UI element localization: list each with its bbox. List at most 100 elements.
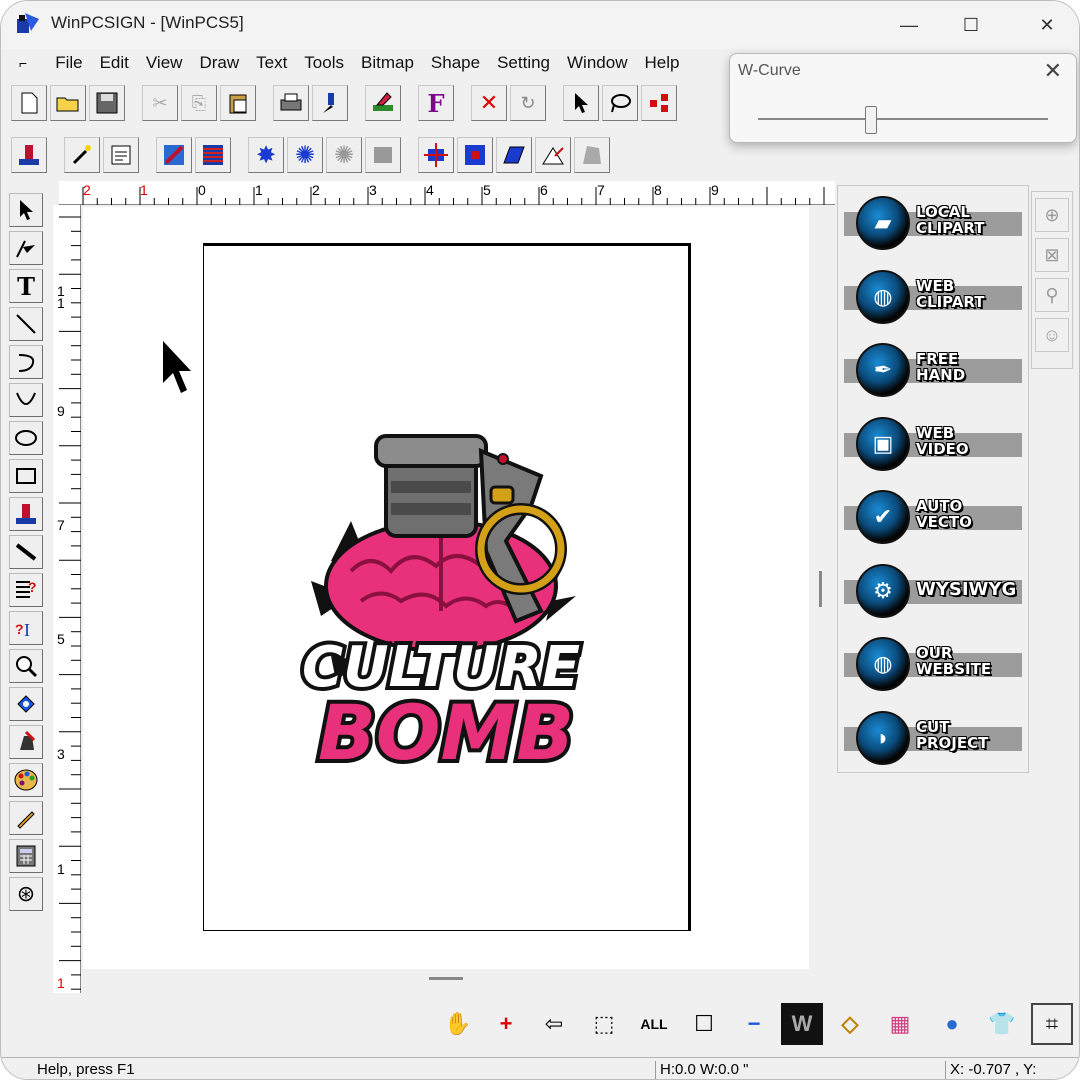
text-frame-icon[interactable]: ? bbox=[9, 573, 43, 607]
menu-draw[interactable]: Draw bbox=[199, 53, 239, 73]
split-icon[interactable] bbox=[457, 137, 493, 173]
zoom-all-icon[interactable]: ALL bbox=[633, 1003, 675, 1045]
zoom-selection-icon[interactable]: ⬚ bbox=[583, 1003, 625, 1045]
panel-button-web-clipart[interactable]: ◍ WEB CLIPART bbox=[844, 268, 1022, 326]
zoom-back-icon[interactable]: ⇦ bbox=[533, 1003, 575, 1045]
shape-icon[interactable] bbox=[574, 137, 610, 173]
ruler-label: 3 bbox=[57, 746, 65, 762]
menu-tools[interactable]: Tools bbox=[304, 53, 344, 73]
crop-icon[interactable]: ⌗ bbox=[1031, 1003, 1073, 1045]
splitter-handle[interactable] bbox=[819, 571, 822, 607]
block-icon[interactable] bbox=[365, 137, 401, 173]
ellipse-icon[interactable] bbox=[9, 421, 43, 455]
cut-icon[interactable]: ✂ bbox=[142, 85, 178, 121]
w-curve-slider-track[interactable] bbox=[758, 118, 1048, 120]
node-edit-icon[interactable] bbox=[9, 231, 43, 265]
magic-wand-icon[interactable] bbox=[64, 137, 100, 173]
paint-icon[interactable] bbox=[9, 725, 43, 759]
wheel-icon[interactable]: ⊛ bbox=[9, 877, 43, 911]
minimize-button[interactable]: — bbox=[887, 9, 931, 41]
document-icon[interactable]: ⌐ bbox=[19, 55, 27, 71]
knife-icon[interactable] bbox=[9, 535, 43, 569]
copy-icon[interactable]: ⎘ bbox=[181, 85, 217, 121]
bezier-icon[interactable] bbox=[9, 383, 43, 417]
paste-icon[interactable] bbox=[220, 85, 256, 121]
earth-icon[interactable]: ● bbox=[931, 1003, 973, 1045]
zoom-out-icon[interactable]: − bbox=[733, 1003, 775, 1045]
menu-bitmap[interactable]: Bitmap bbox=[361, 53, 414, 73]
menu-edit[interactable]: Edit bbox=[100, 53, 129, 73]
plotter-icon[interactable] bbox=[312, 85, 348, 121]
face-icon[interactable]: ☺ bbox=[1035, 318, 1069, 352]
calculator-icon[interactable] bbox=[9, 839, 43, 873]
menu-shape[interactable]: Shape bbox=[431, 53, 480, 73]
panel-label-line: CUT bbox=[916, 717, 950, 736]
panel-button-free-hand[interactable]: ✒ FREE HAND bbox=[844, 341, 1022, 399]
c-logo-icon[interactable]: ◇ bbox=[829, 1003, 871, 1045]
menu-view[interactable]: View bbox=[146, 53, 183, 73]
zoom-page-icon[interactable]: ☐ bbox=[683, 1003, 725, 1045]
hand-pan-icon[interactable]: ✋ bbox=[437, 1003, 479, 1045]
text-path-icon[interactable]: ? I bbox=[9, 611, 43, 645]
zoom-icon[interactable] bbox=[9, 649, 43, 683]
cross-align-icon[interactable] bbox=[418, 137, 454, 173]
wheel-icon[interactable]: ⊕ bbox=[1035, 198, 1069, 232]
panel-button-local-clipart[interactable]: ▰ LOCAL CLIPART bbox=[844, 194, 1022, 252]
pencil-icon[interactable] bbox=[9, 801, 43, 835]
cross-icon[interactable]: ⊠ bbox=[1035, 238, 1069, 272]
menu-setting[interactable]: Setting bbox=[497, 53, 550, 73]
panel-button-our-website[interactable]: ◍ OUR WEBSITE bbox=[844, 635, 1022, 693]
delete-icon[interactable]: ✕ bbox=[471, 85, 507, 121]
panel-button-wysiwyg[interactable]: ⚙ WYSIWYG bbox=[844, 562, 1022, 620]
rectangle-icon[interactable] bbox=[9, 459, 43, 493]
ruler-label: 3 bbox=[369, 182, 377, 198]
bitmap-trace-icon[interactable] bbox=[156, 137, 192, 173]
maximize-button[interactable]: ☐ bbox=[949, 9, 993, 41]
select-arrow-icon[interactable] bbox=[563, 85, 599, 121]
menu-text[interactable]: Text bbox=[256, 53, 287, 73]
scan-icon[interactable] bbox=[103, 137, 139, 173]
blur-icon[interactable]: ✺ bbox=[326, 137, 362, 173]
splitter-handle[interactable] bbox=[429, 977, 463, 980]
panel-button-cut-project[interactable]: ◗ CUT PROJECT bbox=[844, 709, 1022, 767]
w-curve-close-button[interactable]: ✕ bbox=[1044, 58, 1062, 84]
zoom-in-icon[interactable]: + bbox=[485, 1003, 527, 1045]
magnifier-icon[interactable]: ⚲ bbox=[1035, 278, 1069, 312]
shade-icon[interactable] bbox=[195, 137, 231, 173]
palette-icon[interactable] bbox=[9, 763, 43, 797]
line-icon[interactable] bbox=[9, 307, 43, 341]
open-folder-icon[interactable] bbox=[50, 85, 86, 121]
w-curve-slider-thumb[interactable] bbox=[865, 106, 878, 134]
pointer-icon[interactable] bbox=[9, 193, 43, 227]
save-icon[interactable] bbox=[89, 85, 125, 121]
tshirt-icon[interactable]: 👕 bbox=[981, 1003, 1023, 1045]
close-button[interactable]: ✕ bbox=[1025, 9, 1069, 41]
angle-icon[interactable] bbox=[535, 137, 571, 173]
node-icon[interactable] bbox=[641, 85, 677, 121]
font-icon[interactable]: F bbox=[418, 85, 454, 121]
new-file-icon[interactable] bbox=[11, 85, 47, 121]
color-palette-icon[interactable]: ▦ bbox=[879, 1003, 921, 1045]
fill-bucket-icon[interactable] bbox=[9, 687, 43, 721]
panel-button-auto-vecto[interactable]: ✔ AUTO VECTO bbox=[844, 488, 1022, 546]
lasso-icon[interactable] bbox=[602, 85, 638, 121]
menu-file[interactable]: File bbox=[55, 53, 82, 73]
stamp-icon[interactable] bbox=[11, 137, 47, 173]
eraser-icon[interactable] bbox=[365, 85, 401, 121]
print-icon[interactable] bbox=[273, 85, 309, 121]
panel-button-web-video[interactable]: ▣ WEB VIDEO bbox=[844, 415, 1022, 473]
w-logo-icon[interactable]: W bbox=[781, 1003, 823, 1045]
redo-icon[interactable]: ↻ bbox=[510, 85, 546, 121]
stamp-icon[interactable] bbox=[9, 497, 43, 531]
winpcsign-app-icon[interactable] bbox=[15, 11, 41, 37]
weed-icon[interactable]: ✸ bbox=[248, 137, 284, 173]
arc-icon[interactable] bbox=[9, 345, 43, 379]
status-help-text: Help, press F1 bbox=[37, 1061, 135, 1078]
culture-bomb-artwork[interactable]: CULTURE BOMB bbox=[291, 421, 591, 791]
gear-outline-icon[interactable]: ✺ bbox=[287, 137, 323, 173]
text-icon[interactable]: T bbox=[9, 269, 43, 303]
ruler-label: 5 bbox=[57, 631, 65, 647]
menu-window[interactable]: Window bbox=[567, 53, 627, 73]
menu-help[interactable]: Help bbox=[644, 53, 679, 73]
parallelogram-icon[interactable] bbox=[496, 137, 532, 173]
